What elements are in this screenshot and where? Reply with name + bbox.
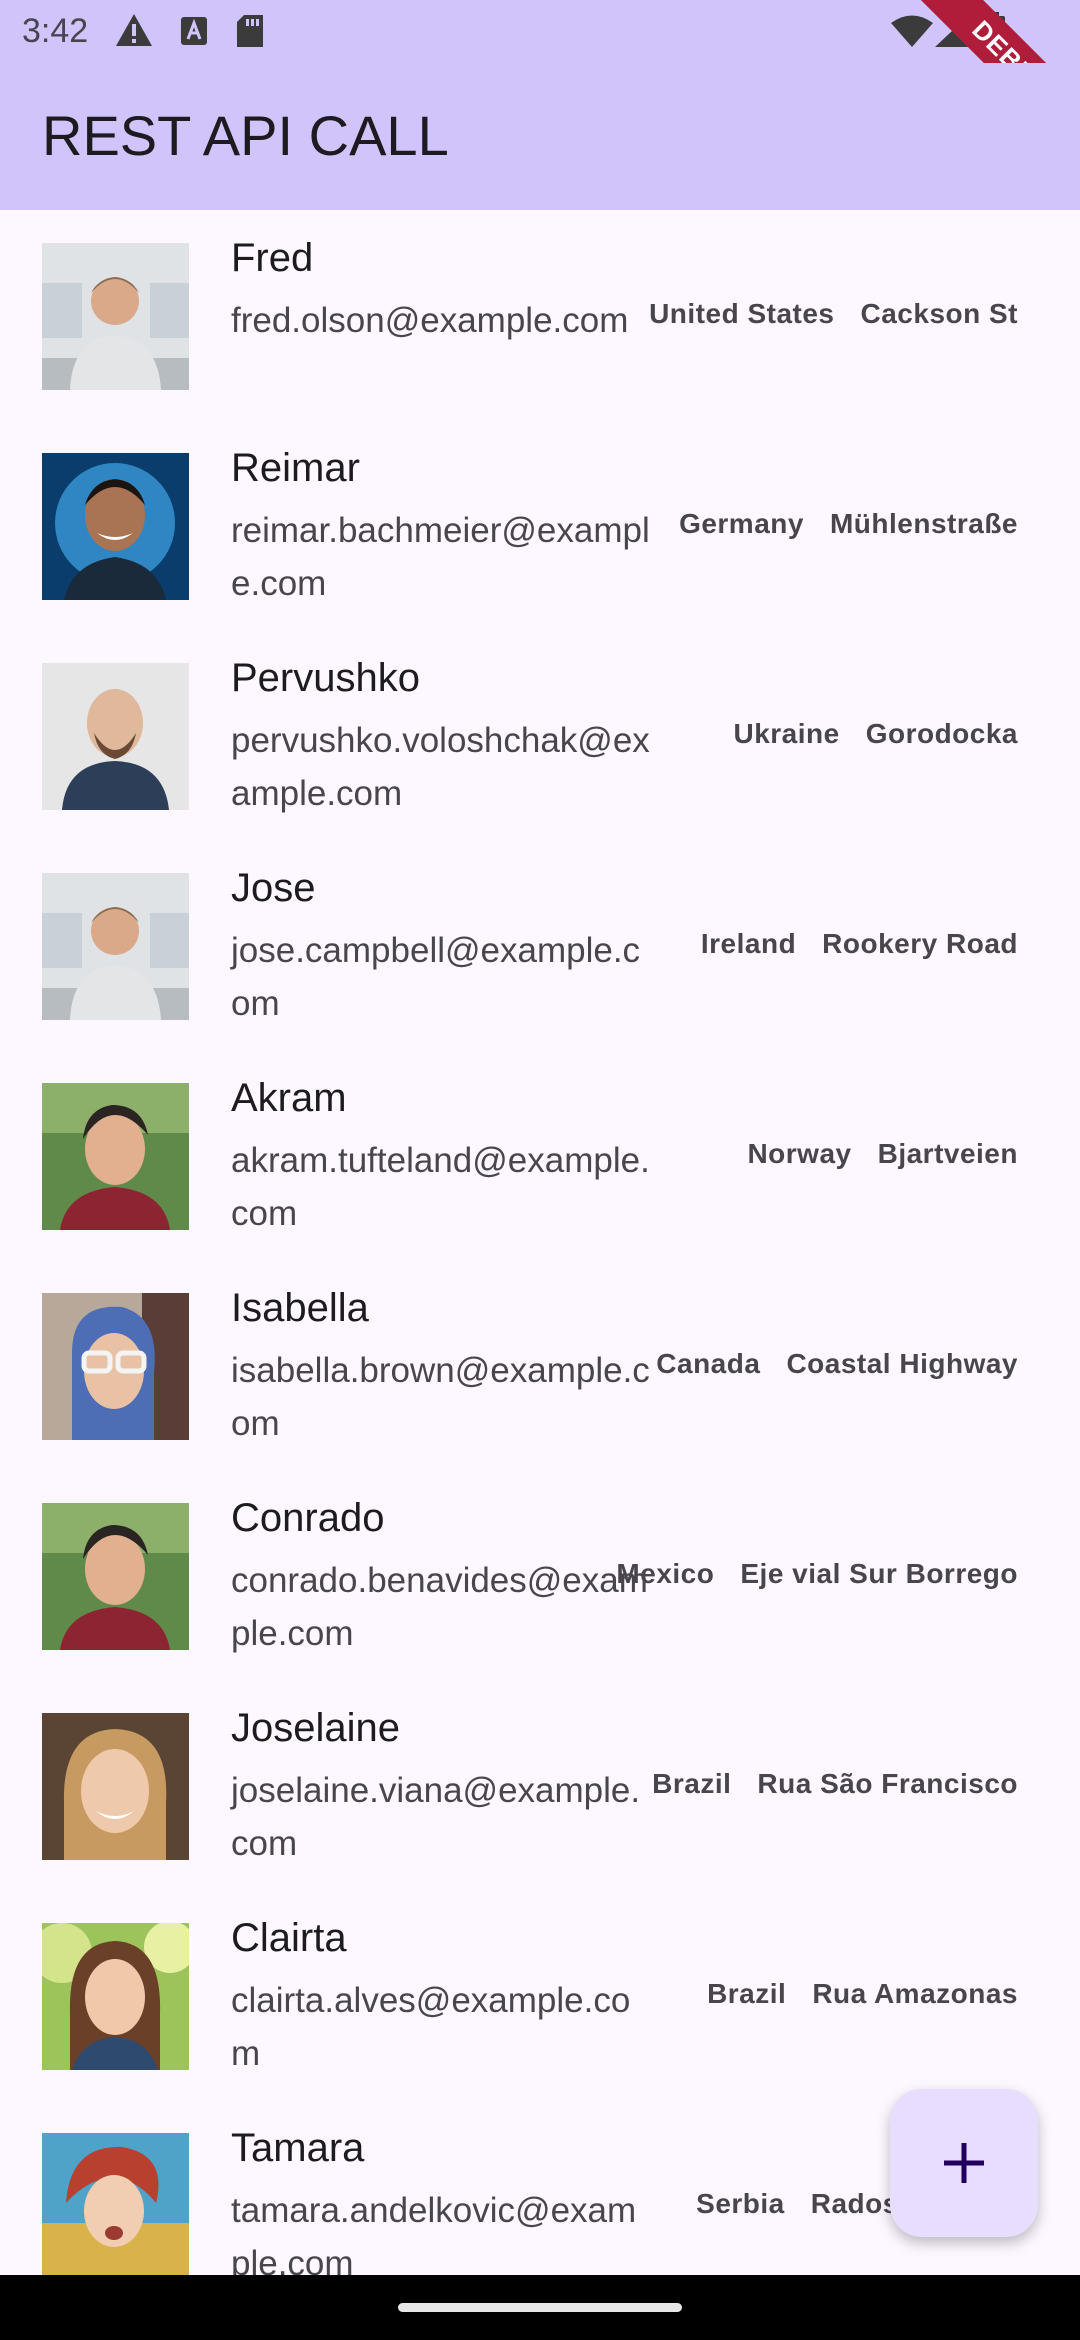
user-location: Germany Mühlenstraße [679,508,1018,540]
user-street: Coastal Highway [786,1348,1018,1379]
app-bar: REST API CALL [0,63,1080,210]
user-country: Brazil [707,1978,787,2009]
page-title: REST API CALL [42,104,449,167]
system-nav-bar [0,2275,1080,2340]
user-country: Norway [747,1138,852,1169]
avatar [42,1923,189,2070]
user-country: Mexico [616,1558,715,1589]
list-item[interactable]: Akram akram.tufteland@example.com Norway… [0,1050,1080,1260]
user-location: Brazil Rua São Francisco [652,1768,1018,1800]
user-name: Joselaine [231,1706,401,1750]
user-email: jose.campbell@example.com [231,931,641,1023]
user-name: Reimar [231,446,360,490]
user-email: isabella.brown@example.com [231,1351,650,1443]
user-country: United States [649,298,835,329]
user-country: Germany [679,508,804,539]
plus-icon [944,2143,984,2183]
user-street: Rua Amazonas [812,1978,1018,2009]
user-location: Ireland Rookery Road [701,928,1018,960]
avatar [42,873,189,1020]
avatar [42,663,189,810]
user-street: Rookery Road [822,928,1018,959]
user-street: Cackson St [860,298,1018,329]
user-country: Ireland [700,928,797,959]
sd-card-icon [237,15,263,47]
list-item[interactable]: Conrado conrado.benavides@example.com Me… [0,1470,1080,1680]
font-icon [181,17,207,45]
user-location: United States Cackson St [649,298,1018,330]
user-name: Clairta [231,1916,347,1960]
user-email: joselaine.viana@example.com [231,1771,641,1863]
user-email: clairta.alves@example.com [231,1981,631,2073]
user-street: Gorodocka [865,718,1018,749]
user-list[interactable]: Fred fred.olson@example.com United State… [0,210,1080,2275]
user-location: Canada Coastal Highway [656,1348,1018,1380]
user-country: Brazil [652,1768,732,1799]
avatar [42,1503,189,1650]
list-item[interactable]: Joselaine joselaine.viana@example.com Br… [0,1680,1080,1890]
user-name: Pervushko [231,656,420,700]
warning-icon [116,14,152,46]
wifi-icon [891,15,933,47]
user-email: tamara.andelkovic@example.com [231,2191,637,2275]
list-item[interactable]: Clairta clairta.alves@example.com Brazil… [0,1890,1080,2100]
list-item[interactable]: Jose jose.campbell@example.com Ireland R… [0,840,1080,1050]
list-item[interactable]: Reimar reimar.bachmeier@example.com Germ… [0,420,1080,630]
user-street: Rua São Francisco [757,1768,1018,1799]
user-street: Eje vial Sur Borrego [740,1558,1018,1589]
user-street: Mühlenstraße [829,508,1018,539]
avatar [42,1713,189,1860]
status-bar: 3:42 [0,0,1080,63]
avatar [42,2133,189,2275]
user-name: Tamara [231,2126,365,2170]
list-item[interactable]: Pervushko pervushko.voloshchak@example.c… [0,630,1080,840]
user-name: Fred [231,236,314,280]
avatar [42,1293,189,1440]
user-name: Akram [231,1076,347,1120]
user-location: Norway Bjartveien [747,1138,1018,1170]
add-button[interactable] [890,2089,1038,2237]
user-location: Brazil Rua Amazonas [707,1978,1018,2010]
user-email: fred.olson@example.com [231,301,629,340]
list-item[interactable]: Isabella isabella.brown@example.com Cana… [0,1260,1080,1470]
user-name: Isabella [231,1286,369,1330]
user-street: Bjartveien [877,1138,1018,1169]
user-name: Jose [231,866,316,910]
user-email: reimar.bachmeier@example.com [231,511,650,603]
user-country: Serbia [696,2188,785,2219]
user-email: conrado.benavides@example.com [231,1561,648,1653]
list-item[interactable]: Fred fred.olson@example.com United State… [0,210,1080,420]
user-country: Ukraine [733,718,840,749]
user-email: akram.tufteland@example.com [231,1141,650,1233]
user-name: Conrado [231,1496,385,1540]
avatar [42,243,189,390]
user-email: pervushko.voloshchak@example.com [231,721,650,813]
avatar [42,1083,189,1230]
avatar [42,453,189,600]
home-gesture-handle[interactable] [398,2303,682,2312]
user-location: Ukraine Gorodocka [733,718,1018,750]
user-country: Canada [656,1348,761,1379]
status-time: 3:42 [22,12,89,50]
user-location: Mexico Eje vial Sur Borrego [616,1558,1018,1590]
